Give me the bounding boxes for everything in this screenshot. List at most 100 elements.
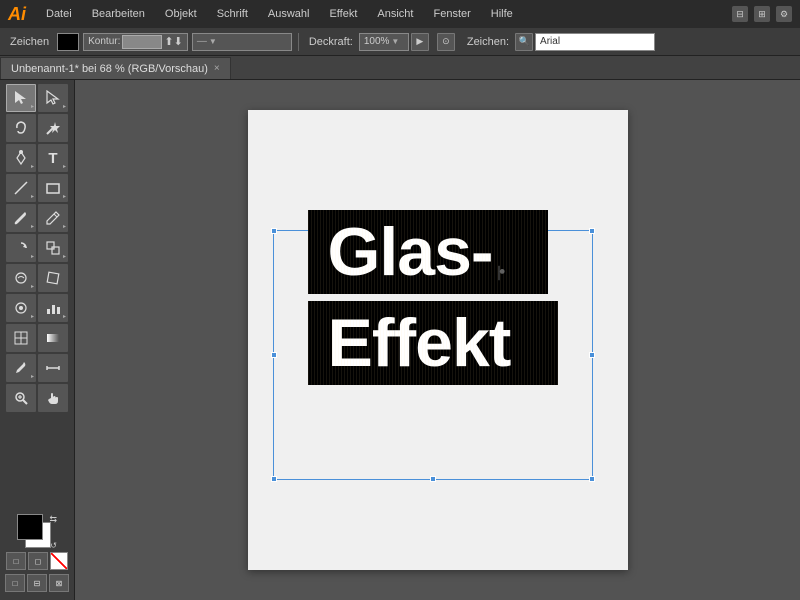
window-icon-2[interactable]: ⊞ xyxy=(754,6,770,22)
artwork-text-line2: Effekt xyxy=(328,305,511,381)
none-color-btn[interactable] xyxy=(50,552,68,570)
color-section: ⇆ ↺ □ ◻ □ ⊟ ⊠ xyxy=(2,510,72,596)
canvas-area: Glas- Effekt xyxy=(75,80,800,600)
fill-swatch[interactable] xyxy=(57,33,79,51)
handle-br[interactable] xyxy=(589,476,595,482)
tool-row-3: ▸ T ▸ xyxy=(2,144,72,172)
paintbrush-tool[interactable]: ▸ xyxy=(6,204,36,232)
tool-row-1: ▸ ▸ xyxy=(2,84,72,112)
stroke-mode-btn[interactable]: ◻ xyxy=(28,552,48,570)
artwork-text-line1: Glas- xyxy=(328,214,493,290)
tab-close-btn[interactable]: × xyxy=(214,63,220,74)
tool-arrow: ▸ xyxy=(31,103,34,110)
menu-effekt[interactable]: Effekt xyxy=(325,6,361,22)
mesh-tool[interactable] xyxy=(6,324,36,352)
rotate-tool[interactable]: ▸ xyxy=(6,234,36,262)
tool-row-9 xyxy=(2,324,72,352)
color-swatches: ⇆ ↺ xyxy=(17,514,57,550)
window-icon-1[interactable]: ⊟ xyxy=(732,6,748,22)
tab-bar: Unbenannt-1* bei 68 % (RGB/Vorschau) × xyxy=(0,56,800,80)
dropdown-arrow: ▼ xyxy=(209,37,217,46)
graph-arrow: ▸ xyxy=(63,313,66,320)
eye-arrow: ▸ xyxy=(31,373,34,380)
handle-ml[interactable] xyxy=(271,352,277,358)
deckraft-section: Deckraft: 100% ▼ ▶ xyxy=(305,33,429,51)
select-tool[interactable]: ▸ xyxy=(6,84,36,112)
magic-wand-tool[interactable] xyxy=(38,114,68,142)
font-search-input[interactable] xyxy=(535,33,655,51)
tool-arrow-2: ▸ xyxy=(63,103,66,110)
lasso-tool[interactable] xyxy=(6,114,36,142)
title-bar: Ai Datei Bearbeiten Objekt Schrift Auswa… xyxy=(0,0,800,28)
style-btn[interactable]: ⊙ xyxy=(437,33,455,51)
menu-auswahl[interactable]: Auswahl xyxy=(264,6,314,22)
menu-fenster[interactable]: Fenster xyxy=(429,6,474,22)
deckraft-value: 100% xyxy=(364,36,390,47)
fill-mode-btn[interactable]: □ xyxy=(6,552,26,570)
menu-objekt[interactable]: Objekt xyxy=(161,6,201,22)
pen-tool[interactable]: ▸ xyxy=(6,144,36,172)
warp-tool[interactable]: ▸ xyxy=(6,264,36,292)
hand-tool[interactable] xyxy=(38,384,68,412)
brush-arrow: ▸ xyxy=(31,223,34,230)
document-tab[interactable]: Unbenannt-1* bei 68 % (RGB/Vorschau) × xyxy=(0,57,231,79)
menu-bearbeiten[interactable]: Bearbeiten xyxy=(88,6,149,22)
draw-inside-btn[interactable]: ⊟ xyxy=(27,574,47,592)
tool-row-7: ▸ xyxy=(2,264,72,292)
draw-outside-btn[interactable]: ⊠ xyxy=(49,574,69,592)
tool-row-8: ▸ ▸ xyxy=(2,294,72,322)
swap-colors-icon[interactable]: ⇆ xyxy=(49,514,57,525)
scale-tool[interactable]: ▸ xyxy=(38,234,68,262)
text-tool-icon: T xyxy=(48,150,57,167)
scale-arrow: ▸ xyxy=(63,253,66,260)
rectangle-tool[interactable]: ▸ xyxy=(38,174,68,202)
warp-arrow: ▸ xyxy=(31,283,34,290)
foreground-color-swatch[interactable] xyxy=(17,514,43,540)
stroke-width-dropdown[interactable]: — ▼ xyxy=(192,33,292,51)
tool-row-2 xyxy=(2,114,72,142)
menu-ansicht[interactable]: Ansicht xyxy=(373,6,417,22)
window-icon-3[interactable]: ⚙ xyxy=(776,6,792,22)
artwork-container: Glas- Effekt xyxy=(308,210,628,392)
free-transform-tool[interactable] xyxy=(38,264,68,292)
stroke-selector[interactable]: Kontur: ⬆⬇ xyxy=(83,33,188,51)
handle-bm[interactable] xyxy=(430,476,436,482)
main-area: ▸ ▸ ▸ T ▸ xyxy=(0,80,800,600)
eyedropper-tool[interactable]: ▸ xyxy=(6,354,36,382)
zeichen-search-icon[interactable]: 🔍 xyxy=(515,33,533,51)
symbol-arrow: ▸ xyxy=(31,313,34,320)
deckraft-label: Deckraft: xyxy=(305,36,357,48)
rotate-arrow: ▸ xyxy=(31,253,34,260)
menu-schrift[interactable]: Schrift xyxy=(213,6,252,22)
options-toolbar: Zeichen Kontur: ⬆⬇ — ▼ Deckraft: 100% ▼ … xyxy=(0,28,800,56)
toolbox: ▸ ▸ ▸ T ▸ xyxy=(0,80,75,600)
artboard: Glas- Effekt xyxy=(248,110,628,570)
gradient-tool[interactable] xyxy=(38,324,68,352)
zeichen-label: Zeichen xyxy=(6,36,53,48)
graph-tool[interactable]: ▸ xyxy=(38,294,68,322)
text-block-2: Effekt xyxy=(308,301,558,385)
handle-tl[interactable] xyxy=(271,228,277,234)
pencil-tool[interactable]: ▸ xyxy=(38,204,68,232)
tab-title: Unbenannt-1* bei 68 % (RGB/Vorschau) xyxy=(11,63,208,75)
view-mode-row: □ ⊟ ⊠ xyxy=(5,574,69,592)
normal-view-btn[interactable]: □ xyxy=(5,574,25,592)
menu-hilfe[interactable]: Hilfe xyxy=(487,6,517,22)
dropdown-arrow-deckraft: ▼ xyxy=(391,37,399,46)
symbol-tool[interactable]: ▸ xyxy=(6,294,36,322)
color-mode-row: □ ◻ xyxy=(6,552,68,570)
measure-tool[interactable] xyxy=(38,354,68,382)
pen-arrow: ▸ xyxy=(31,163,34,170)
line-tool[interactable]: ▸ xyxy=(6,174,36,202)
menu-datei[interactable]: Datei xyxy=(42,6,76,22)
zoom-tool[interactable] xyxy=(6,384,36,412)
stroke-label: Kontur: xyxy=(88,36,120,47)
deckraft-dropdown[interactable]: 100% ▼ xyxy=(359,33,409,51)
deckraft-arrow-btn[interactable]: ▶ xyxy=(411,33,429,51)
reset-colors-icon[interactable]: ↺ xyxy=(50,541,57,550)
text-tool[interactable]: T ▸ xyxy=(38,144,68,172)
tool-row-5: ▸ ▸ xyxy=(2,204,72,232)
pencil-arrow: ▸ xyxy=(63,223,66,230)
direct-select-tool[interactable]: ▸ xyxy=(38,84,68,112)
handle-bl[interactable] xyxy=(271,476,277,482)
